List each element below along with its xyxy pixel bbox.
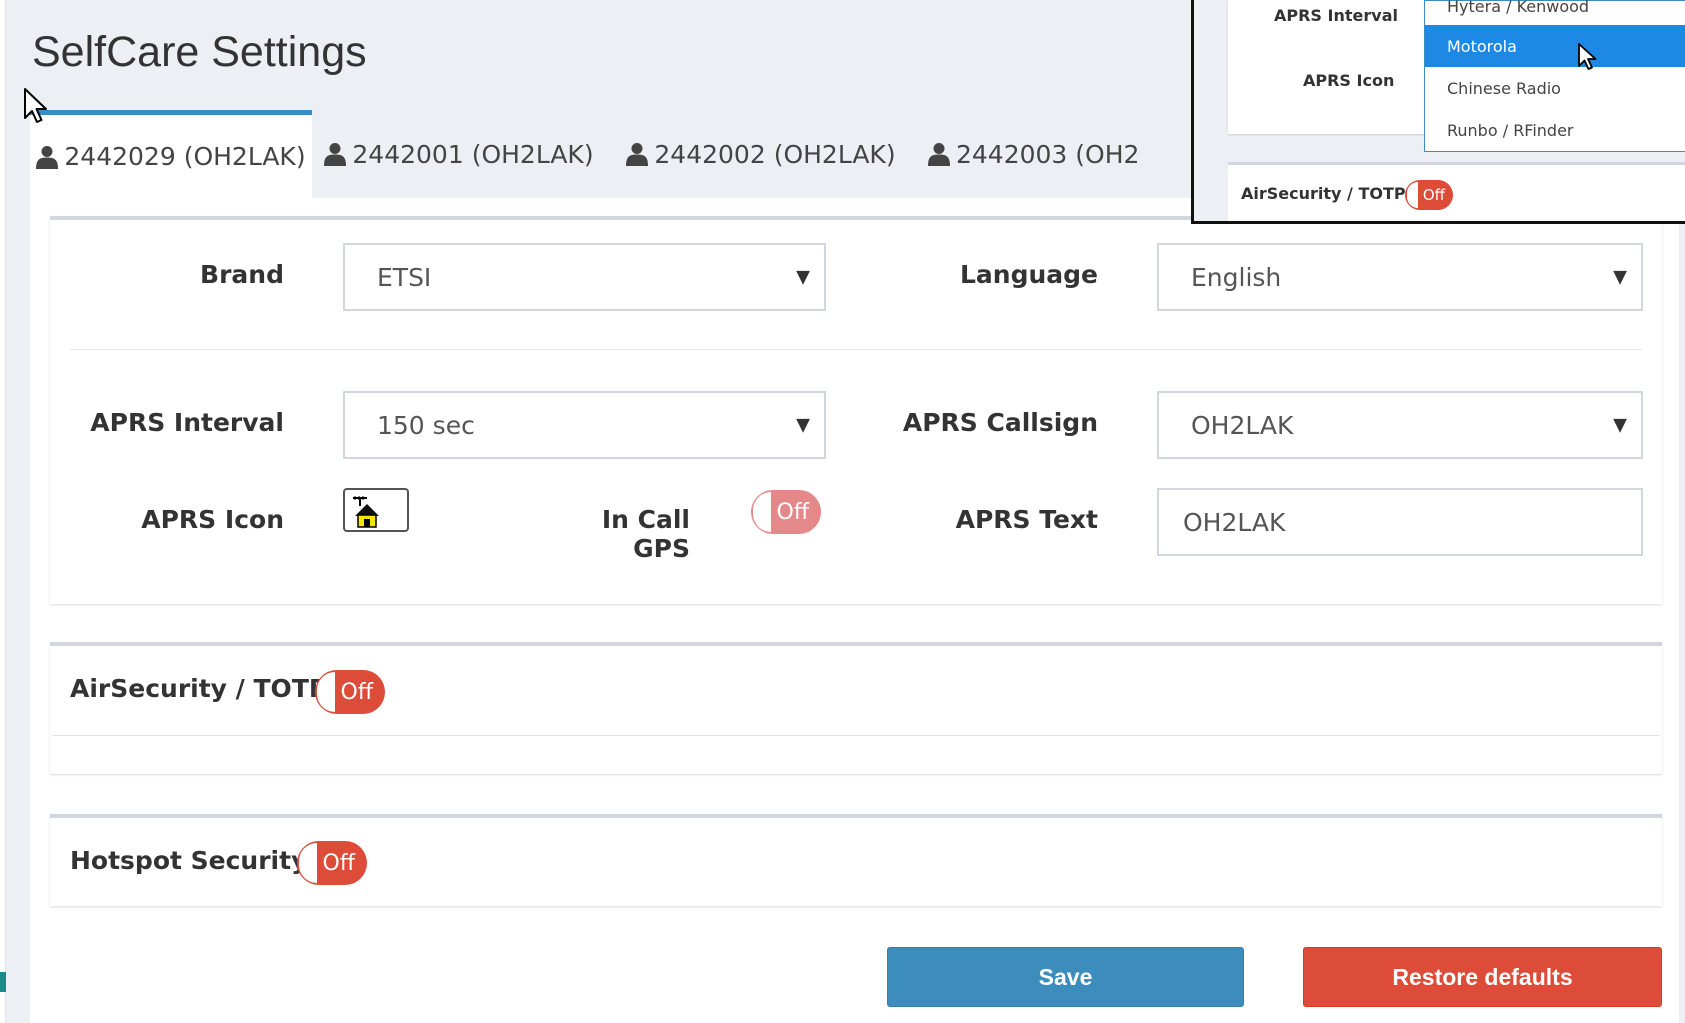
airsecurity-box [50, 642, 1662, 774]
inset-airsecurity-label: AirSecurity / TOTP [1241, 184, 1406, 203]
brand-dropdown-list: Hytera / Kenwood Motorola Chinese Radio … [1424, 0, 1685, 152]
user-icon [928, 143, 950, 166]
chevron-down-icon: ▼ [796, 414, 810, 436]
inset-aprs-interval-label: APRS Interval [1274, 6, 1398, 25]
toggle-knob [299, 843, 317, 883]
tab-2442001[interactable]: 2442001 (OH2LAK) [312, 110, 606, 198]
tab-label: 2442029 (OH2LAK) [64, 142, 306, 171]
toggle-knob [1407, 182, 1418, 208]
inset-aprs-icon-label: APRS Icon [1303, 71, 1395, 90]
user-icon [626, 143, 649, 166]
aprs-text-value: OH2LAK [1183, 507, 1286, 537]
cursor-arrow-icon [24, 88, 47, 123]
aprs-interval-value: 150 sec [377, 410, 475, 440]
taskbar-edge [0, 972, 6, 992]
dropdown-option[interactable]: Chinese Radio [1425, 67, 1685, 109]
tab-label: 2442002 (OH2LAK) [654, 139, 896, 169]
aprs-interval-label: APRS Interval [90, 408, 284, 437]
user-icon [324, 143, 347, 166]
tab-2442002[interactable]: 2442002 (OH2LAK) [606, 110, 916, 198]
toggle-state: Off [340, 679, 373, 705]
house-antenna-icon [353, 496, 379, 528]
language-value: English [1191, 262, 1282, 292]
toggle-state: Off [776, 499, 809, 525]
brand-label: Brand [200, 260, 284, 289]
hotspot-security-label: Hotspot Security [70, 846, 308, 875]
inset-airsecurity-toggle[interactable]: Off [1405, 180, 1453, 210]
airsecurity-toggle[interactable]: Off [315, 670, 385, 714]
aprs-text-input[interactable]: OH2LAK [1157, 488, 1643, 556]
user-icon [36, 145, 59, 169]
page-title: SelfCare Settings [32, 28, 367, 76]
aprs-interval-select[interactable]: 150 sec ▼ [343, 391, 826, 459]
restore-defaults-button[interactable]: Restore defaults [1303, 947, 1662, 1007]
zoom-inset: APRS Interval APRS Icon Hytera / Kenwood… [1191, 0, 1685, 224]
save-button[interactable]: Save [887, 947, 1244, 1007]
cursor-arrow-icon [1578, 43, 1597, 70]
chevron-down-icon: ▼ [796, 266, 810, 288]
tab-label: 2442001 (OH2LAK) [352, 139, 594, 169]
language-label: Language [959, 260, 1098, 289]
toggle-knob [753, 492, 771, 532]
toggle-state: Off [322, 850, 355, 876]
tab-2442003[interactable]: 2442003 (OH2 [916, 110, 1206, 198]
language-select[interactable]: English ▼ [1157, 243, 1643, 311]
toggle-state: Off [1422, 186, 1445, 204]
brand-value: ETSI [377, 262, 432, 292]
tab-label: 2442003 (OH2 [956, 139, 1140, 169]
aprs-callsign-label: APRS Callsign [902, 408, 1098, 437]
aprs-text-label: APRS Text [955, 505, 1098, 534]
toggle-knob [317, 672, 335, 712]
divider [70, 349, 1642, 350]
brand-select[interactable]: ETSI ▼ [343, 243, 826, 311]
aprs-icon-label: APRS Icon [141, 505, 284, 534]
aprs-callsign-select[interactable]: OH2LAK ▼ [1157, 391, 1643, 459]
tab-2442029[interactable]: 2442029 (OH2LAK) [30, 110, 312, 198]
dropdown-option[interactable]: Hytera / Kenwood [1425, 0, 1685, 27]
in-call-gps-toggle[interactable]: Off [751, 490, 821, 534]
in-call-gps-label: In Call GPS [601, 505, 690, 563]
divider [52, 735, 1660, 736]
aprs-callsign-value: OH2LAK [1191, 410, 1294, 440]
aprs-icon-picker[interactable] [343, 488, 409, 532]
dropdown-option[interactable]: Runbo / RFinder [1425, 109, 1685, 151]
dropdown-option-selected[interactable]: Motorola [1425, 25, 1685, 67]
airsecurity-label: AirSecurity / TOTP [70, 674, 328, 703]
chevron-down-icon: ▼ [1613, 266, 1627, 288]
chevron-down-icon: ▼ [1613, 414, 1627, 436]
hotspot-security-toggle[interactable]: Off [297, 841, 367, 885]
